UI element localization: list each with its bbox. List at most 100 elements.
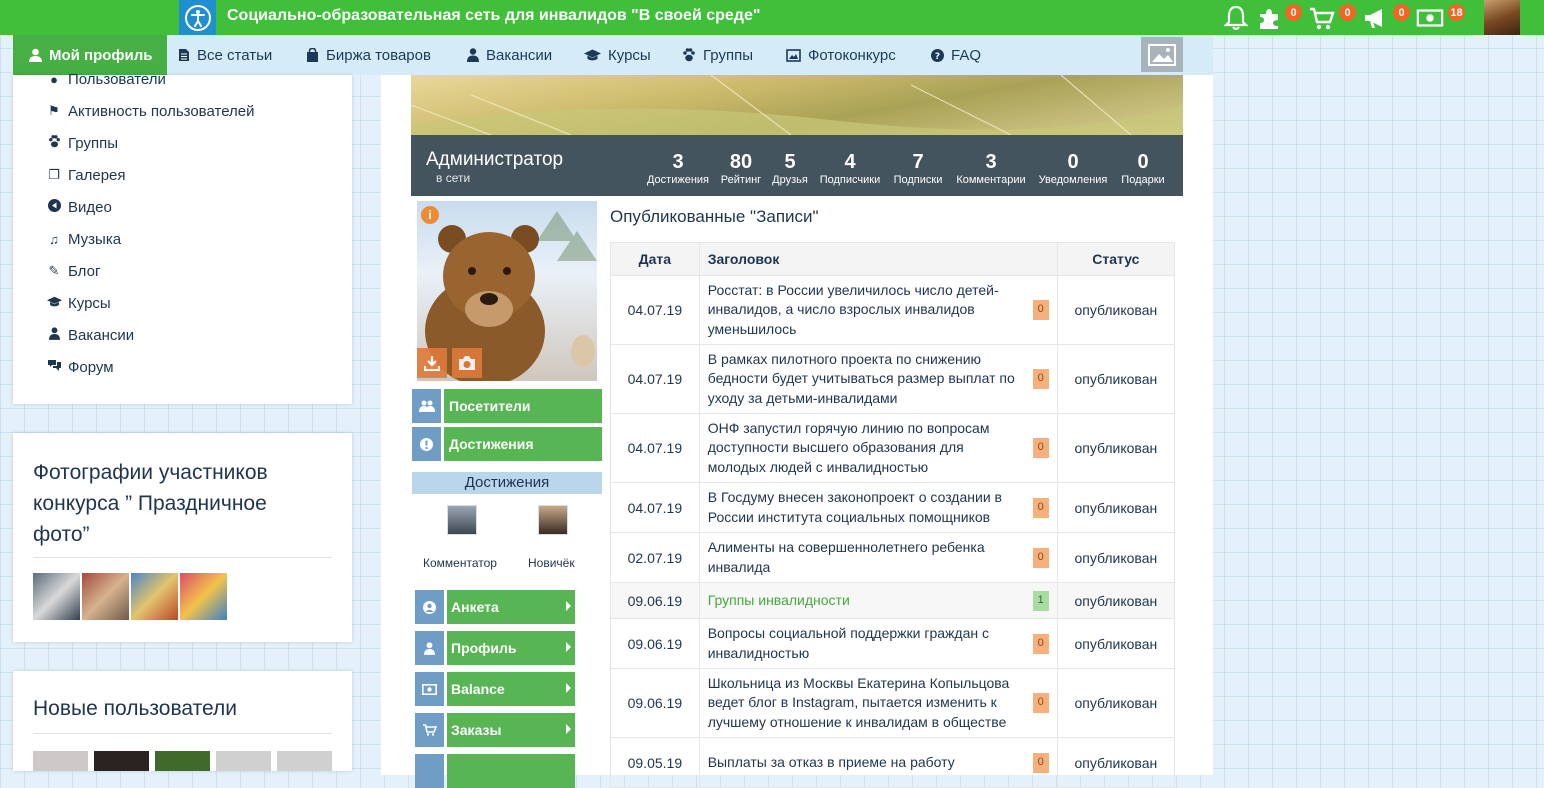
- sidebar-item-courses[interactable]: Курсы: [46, 293, 111, 313]
- post-title-link[interactable]: Школьница из Москвы Екатерина Копыльцова…: [708, 674, 1049, 733]
- menu-profile[interactable]: Профиль: [415, 631, 575, 665]
- bell-icon[interactable]: [1222, 4, 1250, 32]
- megaphone-icon[interactable]: [1362, 4, 1390, 32]
- sidebar-item-groups[interactable]: Группы: [46, 133, 118, 153]
- chevron-right-icon: [566, 642, 571, 652]
- column-header-status[interactable]: Статус: [1056, 242, 1176, 276]
- stat-label: Достижения: [646, 174, 710, 186]
- menu-orders[interactable]: Заказы: [415, 713, 575, 747]
- achievements-button[interactable]: Достижения: [412, 427, 602, 461]
- new-user-avatar[interactable]: [277, 751, 332, 771]
- post-title-link[interactable]: В Госдуму внесен законопроект о создании…: [708, 488, 1049, 527]
- question-icon: ?: [931, 48, 944, 62]
- document-icon: [179, 49, 189, 61]
- post-date: 09.06.19: [610, 668, 700, 738]
- nav-courses[interactable]: Курсы: [584, 35, 651, 75]
- nav-market[interactable]: Биржа товаров: [306, 35, 431, 75]
- stat-followers[interactable]: 4 Подписчики: [814, 151, 886, 187]
- menu-next[interactable]: [415, 754, 575, 788]
- graduation-cap-icon: [46, 296, 62, 311]
- stat-label: Рейтинг: [720, 174, 762, 186]
- stat-achievements[interactable]: 3 Достижения: [642, 151, 714, 187]
- users-icon: ●: [50, 71, 58, 87]
- comment-count-badge: 0: [1032, 497, 1049, 518]
- new-user-avatar[interactable]: [155, 751, 210, 771]
- post-title-link[interactable]: Группы инвалидности: [708, 591, 1049, 611]
- cart-icon[interactable]: [1308, 4, 1336, 32]
- money-icon[interactable]: [1416, 4, 1444, 32]
- sidebar-item-vacancies[interactable]: Вакансии: [46, 325, 134, 345]
- camera-icon[interactable]: [452, 348, 482, 378]
- sidebar-item-activity[interactable]: ⚑ Активность пользователей: [46, 101, 254, 121]
- sidebar-item-blog[interactable]: ✎ Блог: [46, 261, 101, 281]
- achievements-heading: Достижения: [412, 472, 602, 494]
- accessibility-logo-icon[interactable]: [179, 0, 216, 35]
- money-icon: [415, 672, 444, 706]
- achievement-newbie-icon[interactable]: [538, 505, 568, 535]
- stat-notifications[interactable]: 0 Уведомления: [1033, 151, 1113, 187]
- new-user-avatar[interactable]: [33, 751, 88, 771]
- menu-balance[interactable]: Balance: [415, 672, 575, 706]
- stat-rating[interactable]: 80 Рейтинг: [714, 151, 768, 187]
- sidebar-item-label: Группы: [68, 134, 118, 152]
- contest-title[interactable]: Фотографии участников конкурса ” Праздни…: [33, 457, 323, 550]
- nav-groups[interactable]: Группы: [682, 35, 753, 75]
- image-icon[interactable]: [1141, 37, 1183, 72]
- nav-vacancies[interactable]: Вакансии: [467, 35, 552, 75]
- achievements-button-label: Достижения: [444, 427, 602, 461]
- post-title-link[interactable]: Алименты на совершеннолетнего ребенка ин…: [708, 538, 1049, 577]
- post-title-link[interactable]: Росстат: в России увеличилось число дете…: [708, 281, 1049, 340]
- achievement-commentator-icon[interactable]: [447, 505, 477, 535]
- menu-label: Заказы: [447, 713, 575, 747]
- column-header-date[interactable]: Дата: [610, 242, 700, 276]
- stat-subscriptions[interactable]: 7 Подписки: [886, 151, 950, 187]
- post-title-link[interactable]: ОНФ запустил горячую линию по вопросам д…: [708, 419, 1049, 478]
- post-status: опубликован: [1056, 344, 1176, 414]
- post-status: опубликован: [1056, 275, 1176, 345]
- menu-questionnaire[interactable]: Анкета: [415, 590, 575, 624]
- sidebar-item-forum[interactable]: Форум: [46, 357, 114, 377]
- comment-count-badge: 0: [1032, 693, 1049, 713]
- stat-gifts[interactable]: 0 Подарки: [1115, 151, 1171, 187]
- puzzle-icon[interactable]: [1255, 4, 1283, 32]
- column-header-title[interactable]: Заголовок: [698, 242, 1058, 276]
- sidebar-item-label: Музыка: [68, 230, 122, 248]
- sidebar-item-users[interactable]: ● Пользователи: [46, 69, 166, 89]
- sidebar-item-gallery[interactable]: ❐ Галерея: [46, 165, 125, 185]
- contest-photo-thumb[interactable]: [180, 573, 227, 620]
- user-avatar[interactable]: [1484, 0, 1520, 35]
- nav-label: Группы: [703, 46, 753, 64]
- main-nav: Мой профиль Все статьи Биржа товаров Вак…: [13, 35, 1213, 75]
- divider: [33, 557, 332, 558]
- sidebar-item-video[interactable]: Видео: [46, 197, 112, 217]
- post-title-link[interactable]: Выплаты за отказ в приеме на работу: [708, 753, 1049, 773]
- table-row: 04.07.19 Росстат: в России увеличилось ч…: [610, 275, 1176, 345]
- post-title-cell: Росстат: в России увеличилось число дете…: [698, 275, 1058, 345]
- post-status: опубликован: [1056, 582, 1176, 619]
- new-user-avatar[interactable]: [94, 751, 149, 771]
- post-date: 09.06.19: [610, 618, 700, 669]
- stat-friends[interactable]: 5 Друзья: [768, 151, 812, 187]
- stat-comments[interactable]: 3 Комментарии: [950, 151, 1032, 187]
- paw-icon: [46, 135, 62, 151]
- new-user-avatar[interactable]: [216, 751, 271, 771]
- stat-label: Подписки: [893, 174, 943, 186]
- photo-contest-panel: Фотографии участников конкурса ” Праздни…: [13, 433, 352, 642]
- nav-faq[interactable]: ? FAQ: [931, 35, 981, 75]
- post-title-link[interactable]: В рамках пилотного проекта по снижению б…: [708, 350, 1049, 409]
- post-title-cell: Алименты на совершеннолетнего ребенка ин…: [698, 532, 1058, 583]
- contest-photo-thumb[interactable]: [82, 573, 129, 620]
- info-icon[interactable]: i: [421, 206, 439, 224]
- nav-photo-contest[interactable]: Фотоконкурс: [786, 35, 896, 75]
- visitors-button[interactable]: Посетители: [412, 389, 602, 423]
- sidebar-item-music[interactable]: ♫ Музыка: [46, 229, 121, 249]
- contest-photo-thumb[interactable]: [131, 573, 178, 620]
- nav-all-articles[interactable]: Все статьи: [178, 35, 272, 75]
- stat-value: 4: [844, 151, 856, 173]
- download-icon[interactable]: [417, 348, 447, 378]
- nav-label: Мой профиль: [49, 46, 153, 64]
- post-title-link[interactable]: Вопросы социальной поддержки граждан с и…: [708, 624, 1049, 663]
- post-date: 02.07.19: [610, 532, 700, 583]
- contest-photo-thumb[interactable]: [33, 573, 80, 620]
- site-title[interactable]: Социально-образовательная сеть для инвал…: [227, 7, 760, 25]
